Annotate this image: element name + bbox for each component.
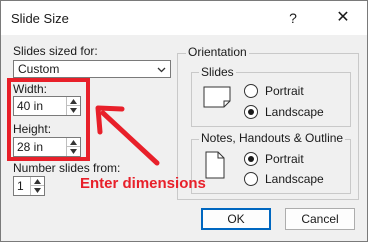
annotation-text: Enter dimensions bbox=[80, 175, 206, 192]
annotation-arrow-icon bbox=[95, 105, 160, 166]
slide-size-dialog: Slide Size ? ✕ Slides sized for: Custom … bbox=[0, 0, 368, 242]
